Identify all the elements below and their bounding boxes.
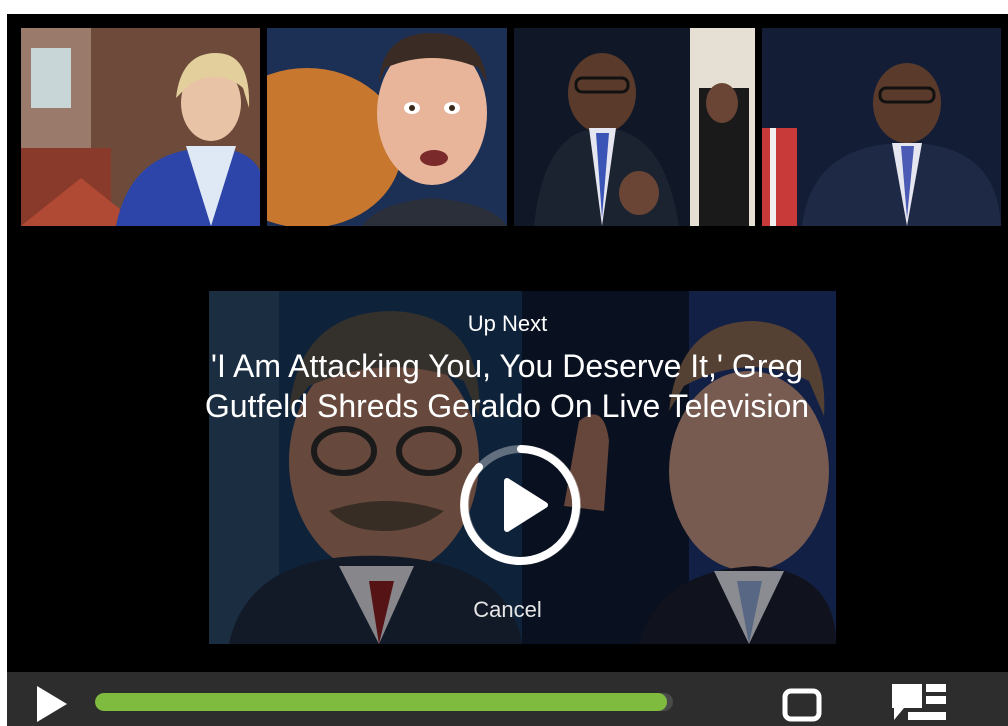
control-bar xyxy=(7,672,1008,726)
up-next-play-button[interactable] xyxy=(459,443,583,567)
video-player[interactable]: Up Next 'I Am Attacking You, You Deserve… xyxy=(7,14,1008,726)
up-next-label: Up Next xyxy=(467,311,548,336)
fullscreen-icon xyxy=(782,688,822,722)
captions-icon xyxy=(892,684,946,720)
related-video-thumbnail-2[interactable] xyxy=(267,28,507,226)
fullscreen-button[interactable] xyxy=(782,688,822,722)
play-icon xyxy=(460,445,581,565)
progress-fill xyxy=(95,693,668,711)
related-videos-strip xyxy=(21,28,1001,226)
play-icon xyxy=(37,686,67,722)
progress-bar[interactable] xyxy=(95,693,673,711)
related-video-thumbnail-3[interactable] xyxy=(514,28,755,226)
up-next-title[interactable]: 'I Am Attacking You, You Deserve It,' Gr… xyxy=(177,346,837,426)
captions-button[interactable] xyxy=(890,682,948,724)
related-video-thumbnail-1[interactable] xyxy=(21,28,260,226)
cancel-button[interactable]: Cancel xyxy=(7,597,1008,623)
related-video-thumbnail-4[interactable] xyxy=(762,28,1001,226)
play-button[interactable] xyxy=(33,684,69,724)
